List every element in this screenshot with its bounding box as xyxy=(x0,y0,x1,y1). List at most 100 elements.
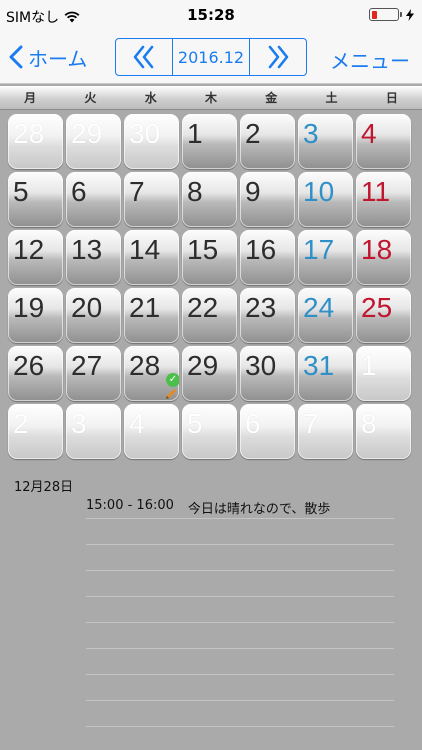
status-time: 15:28 xyxy=(187,6,235,24)
day-number: 9 xyxy=(245,176,261,207)
day-cell[interactable]: 29 xyxy=(182,346,237,401)
weekday-header: 月 火 水 木 金 土 日 xyxy=(0,86,422,110)
day-number: 13 xyxy=(71,234,103,265)
day-cell[interactable]: 18 xyxy=(356,230,411,285)
list-divider xyxy=(86,596,394,597)
day-number: 4 xyxy=(129,408,145,439)
day-cell[interactable]: 4 xyxy=(356,114,411,169)
day-cell[interactable]: 2 xyxy=(240,114,295,169)
day-number: 12 xyxy=(13,234,45,265)
selected-date-label: 12月28日 xyxy=(14,480,74,495)
day-number: 15 xyxy=(187,234,219,265)
next-month-button[interactable] xyxy=(250,39,306,75)
weekday-sun: 日 xyxy=(385,91,398,105)
day-number: 26 xyxy=(13,350,45,381)
day-number: 8 xyxy=(361,408,377,439)
list-divider xyxy=(86,570,394,571)
day-cell[interactable]: 28 xyxy=(8,114,63,169)
day-cell[interactable]: 19 xyxy=(8,288,63,343)
list-divider xyxy=(86,726,394,727)
weekday-mon: 月 xyxy=(24,91,37,105)
day-number: 17 xyxy=(303,234,335,265)
list-divider xyxy=(86,674,394,675)
day-cell[interactable]: 15 xyxy=(182,230,237,285)
calendar-grid: 28 29 30 1 2 3 4 5 6 7 8 9 10 11 12 13 14 15 16 17 18 19 20 21 2… xyxy=(8,114,414,464)
day-cell[interactable]: 13 xyxy=(66,230,121,285)
day-number: 31 xyxy=(303,350,335,381)
menu-button[interactable]: メニュー xyxy=(330,45,410,74)
day-number: 24 xyxy=(303,292,335,323)
day-number: 28 xyxy=(13,118,45,149)
day-cell[interactable]: 31 xyxy=(298,346,353,401)
day-cell[interactable]: 14 xyxy=(124,230,179,285)
day-cell[interactable]: 7 xyxy=(298,404,353,459)
day-cell[interactable]: 10 xyxy=(298,172,353,227)
day-cell[interactable]: 9 xyxy=(240,172,295,227)
day-cell[interactable]: 3 xyxy=(66,404,121,459)
day-cell[interactable]: 6 xyxy=(240,404,295,459)
day-cell[interactable]: 30 xyxy=(240,346,295,401)
day-cell[interactable]: 7 xyxy=(124,172,179,227)
day-cell[interactable]: 27 xyxy=(66,346,121,401)
weekday-tue: 火 xyxy=(84,91,97,105)
chevron-left-icon xyxy=(9,45,23,69)
day-number: 22 xyxy=(187,292,219,323)
day-cell[interactable]: 26 xyxy=(8,346,63,401)
day-number: 29 xyxy=(187,350,219,381)
weekday-sat: 土 xyxy=(325,91,338,105)
day-number: 3 xyxy=(303,118,319,149)
day-number: 6 xyxy=(245,408,261,439)
day-cell[interactable]: 2 xyxy=(8,404,63,459)
day-cell[interactable]: 29 xyxy=(66,114,121,169)
day-cell[interactable]: 30 xyxy=(124,114,179,169)
event-item[interactable]: 15:00 - 16:00 今日は晴れなので、散歩 xyxy=(86,498,330,517)
check-icon: ✓ xyxy=(166,373,179,387)
day-cell[interactable]: 5 xyxy=(182,404,237,459)
day-cell[interactable]: 23 xyxy=(240,288,295,343)
day-number: 30 xyxy=(129,118,161,149)
day-cell[interactable]: 11 xyxy=(356,172,411,227)
day-number: 5 xyxy=(13,176,29,207)
day-number: 7 xyxy=(303,408,319,439)
day-cell[interactable]: 1 xyxy=(356,346,411,401)
day-number: 27 xyxy=(71,350,103,381)
day-cell[interactable]: 3 xyxy=(298,114,353,169)
day-cell[interactable]: 12 xyxy=(8,230,63,285)
day-number: 10 xyxy=(303,176,335,207)
day-number: 6 xyxy=(71,176,87,207)
list-divider xyxy=(86,622,394,623)
day-cell[interactable]: 20 xyxy=(66,288,121,343)
day-cell[interactable]: 4 xyxy=(124,404,179,459)
day-cell[interactable]: 1 xyxy=(182,114,237,169)
prev-month-button[interactable] xyxy=(116,39,172,75)
current-month-label[interactable]: 2016.12 xyxy=(172,39,250,75)
day-number: 2 xyxy=(13,408,29,439)
weekday-fri: 金 xyxy=(265,91,278,105)
day-number: 16 xyxy=(245,234,277,265)
day-number: 30 xyxy=(245,350,277,381)
day-number: 23 xyxy=(245,292,277,323)
charging-bolt-icon xyxy=(406,8,414,21)
day-cell[interactable]: 8 xyxy=(182,172,237,227)
status-bar: SIMなし 15:28 xyxy=(0,0,422,30)
day-number: 1 xyxy=(361,350,377,381)
day-cell[interactable]: 28 ✓ xyxy=(124,346,179,401)
list-divider xyxy=(86,544,394,545)
day-cell[interactable]: 6 xyxy=(66,172,121,227)
day-number: 8 xyxy=(187,176,203,207)
home-back-button[interactable]: ホーム xyxy=(8,42,87,72)
day-cell[interactable]: 8 xyxy=(356,404,411,459)
pencil-icon xyxy=(166,389,176,399)
day-number: 29 xyxy=(71,118,103,149)
day-cell[interactable]: 16 xyxy=(240,230,295,285)
day-cell[interactable]: 25 xyxy=(356,288,411,343)
home-back-label: ホーム xyxy=(28,46,88,71)
day-cell[interactable]: 22 xyxy=(182,288,237,343)
month-selector: 2016.12 xyxy=(115,38,307,76)
event-title: 今日は晴れなので、散歩 xyxy=(187,502,331,517)
day-cell[interactable]: 21 xyxy=(124,288,179,343)
day-cell[interactable]: 5 xyxy=(8,172,63,227)
battery-icon xyxy=(369,8,402,21)
day-cell[interactable]: 24 xyxy=(298,288,353,343)
day-cell[interactable]: 17 xyxy=(298,230,353,285)
